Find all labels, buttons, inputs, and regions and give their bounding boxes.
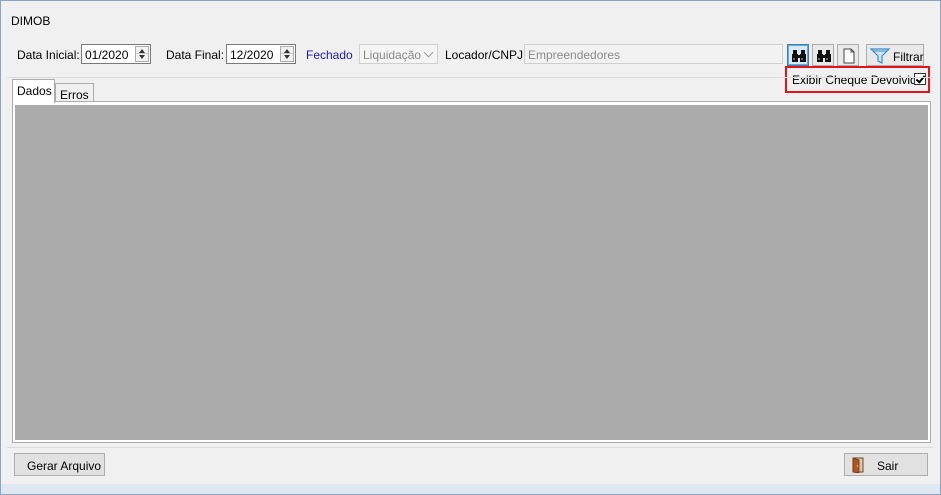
tipo-value: Liquidação bbox=[363, 48, 422, 62]
new-document-button[interactable] bbox=[837, 44, 859, 66]
exibir-cheque-highlight: Exibir Cheque Devolvido bbox=[785, 66, 930, 93]
data-inicial-label: Data Inicial: bbox=[17, 48, 80, 62]
data-inicial-arrows[interactable] bbox=[135, 46, 149, 62]
sair-button[interactable]: Sair bbox=[844, 453, 928, 476]
data-final-value: 12/2020 bbox=[230, 48, 274, 62]
data-final-spinner[interactable]: 12/2020 bbox=[226, 44, 296, 64]
data-grid[interactable] bbox=[15, 105, 928, 440]
window-bottom-edge bbox=[1, 484, 940, 494]
document-icon bbox=[843, 48, 855, 64]
sair-label: Sair bbox=[877, 459, 899, 473]
tipo-select[interactable]: Liquidação bbox=[359, 44, 438, 64]
locador-label: Locador/CNPJ: bbox=[445, 48, 527, 62]
checkmark-icon bbox=[915, 73, 926, 84]
data-inicial-value: 01/2020 bbox=[85, 48, 129, 62]
locador-value: Empreendedores bbox=[528, 48, 621, 62]
tab-dados[interactable]: Dados bbox=[12, 79, 55, 103]
tab-panel-dados bbox=[12, 101, 931, 443]
window-title: DIMOB bbox=[11, 14, 51, 28]
locador-input[interactable]: Empreendedores bbox=[524, 44, 783, 64]
door-icon bbox=[852, 457, 864, 473]
funnel-icon bbox=[870, 48, 890, 64]
exibir-cheque-label: Exibir Cheque Devolvido bbox=[792, 73, 924, 87]
title-bar: DIMOB bbox=[1, 1, 940, 37]
tab-dados-label: Dados bbox=[17, 84, 52, 98]
gerar-arquivo-label: Gerar Arquivo bbox=[27, 459, 102, 473]
filtrar-label: Filtrar bbox=[893, 50, 924, 64]
status-text: Fechado bbox=[306, 48, 353, 62]
tab-erros-label: Erros bbox=[60, 88, 89, 102]
toolbar-divider bbox=[7, 77, 933, 78]
dimob-window: DIMOB Data Inicial: 01/2020 Data Final: … bbox=[0, 0, 941, 495]
search-alt-button[interactable] bbox=[812, 44, 834, 66]
gerar-arquivo-button[interactable]: Gerar Arquivo bbox=[14, 453, 105, 476]
tab-erros[interactable]: Erros bbox=[55, 83, 94, 103]
chevron-down-icon bbox=[423, 47, 434, 58]
binoculars-icon bbox=[792, 50, 806, 62]
footer-divider bbox=[7, 447, 933, 448]
data-final-arrows[interactable] bbox=[280, 46, 294, 62]
exibir-cheque-checkbox[interactable] bbox=[914, 73, 926, 85]
filtrar-button[interactable]: Filtrar bbox=[866, 44, 924, 66]
data-final-label: Data Final: bbox=[166, 48, 225, 62]
search-button[interactable] bbox=[787, 44, 809, 66]
data-inicial-spinner[interactable]: 01/2020 bbox=[81, 44, 151, 64]
binoculars-icon bbox=[817, 50, 831, 62]
